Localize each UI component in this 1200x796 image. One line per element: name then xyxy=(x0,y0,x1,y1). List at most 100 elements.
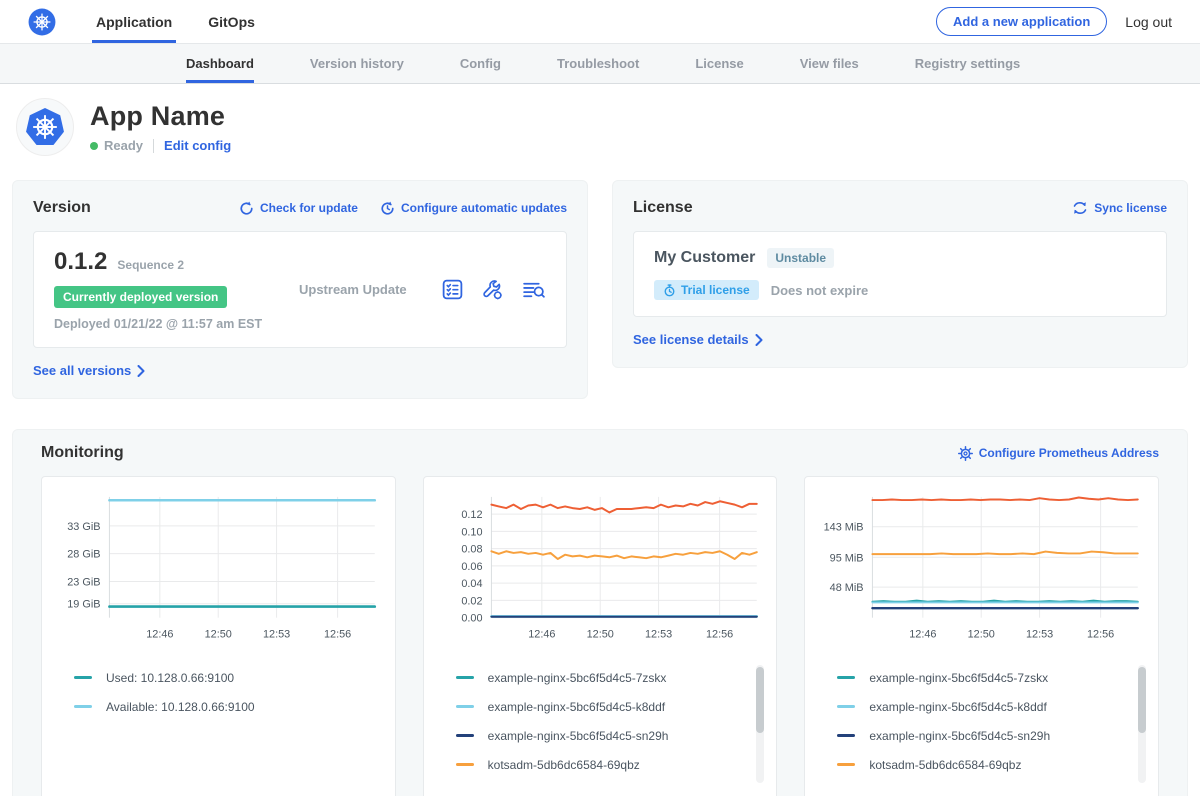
legend-scrollbar-thumb[interactable] xyxy=(756,667,764,733)
legend-label: kotsadm-5db6dc6584-69qbz xyxy=(869,758,1021,772)
legend-label: kotsadm-5db6dc6584-69qbz xyxy=(488,758,640,772)
version-number: 0.1.2 xyxy=(54,248,107,276)
svg-text:12:56: 12:56 xyxy=(1087,628,1114,640)
see-all-versions-row: See all versions xyxy=(33,362,567,380)
legend-item: example-nginx-5bc6f5d4c5-7zskx xyxy=(837,663,1148,692)
topnav-tabs: Application GitOps xyxy=(78,0,273,43)
topnav-tab-gitops[interactable]: GitOps xyxy=(204,0,259,43)
disk-usage-legend: Used: 10.128.0.66:9100Available: 10.128.… xyxy=(52,663,385,791)
svg-text:0.12: 0.12 xyxy=(461,509,482,521)
configure-prometheus-label: Configure Prometheus Address xyxy=(979,446,1159,460)
check-for-update-link[interactable]: Check for update xyxy=(239,201,358,216)
see-all-versions-link[interactable]: See all versions xyxy=(33,363,145,378)
svg-text:19 GiB: 19 GiB xyxy=(67,599,100,611)
ready-status-label: Ready xyxy=(104,138,143,153)
svg-text:12:56: 12:56 xyxy=(706,628,733,640)
subnav-tab-view-files[interactable]: View files xyxy=(800,44,859,83)
sync-icon xyxy=(1072,201,1088,215)
chart-card-cpu-usage: 0.120.100.080.060.040.020.0012:4612:5012… xyxy=(423,476,778,796)
subnav-tab-troubleshoot[interactable]: Troubleshoot xyxy=(557,44,639,83)
configure-automatic-updates-link[interactable]: Configure automatic updates xyxy=(380,201,567,216)
ready-status-dot xyxy=(90,142,98,150)
monitoring-links: Configure Prometheus Address xyxy=(958,446,1159,461)
legend-color-dash xyxy=(456,705,474,708)
svg-text:12:53: 12:53 xyxy=(645,628,672,640)
legend-color-dash xyxy=(837,676,855,679)
channel-badge: Unstable xyxy=(767,248,834,268)
version-card-header: Version Check for update Configure au xyxy=(33,199,567,217)
topnav-tab-application[interactable]: Application xyxy=(92,0,176,43)
monitoring-section: Monitoring Configure Prometheus Address … xyxy=(12,429,1188,796)
legend-label: example-nginx-5bc6f5d4c5-k8ddf xyxy=(488,700,665,714)
subnav-tab-dashboard[interactable]: Dashboard xyxy=(186,44,254,83)
legend-item: kotsadm-5db6dc6584-69qbz xyxy=(837,750,1148,779)
svg-text:0.04: 0.04 xyxy=(461,578,482,590)
svg-text:28 GiB: 28 GiB xyxy=(67,549,100,561)
license-card-title: License xyxy=(633,199,693,217)
legend-color-dash xyxy=(456,763,474,766)
edit-config-link[interactable]: Edit config xyxy=(164,138,231,153)
svg-text:12:50: 12:50 xyxy=(968,628,995,640)
cards-row: Version Check for update Configure au xyxy=(0,172,1200,399)
legend-item: example-nginx-5bc6f5d4c5-k8ddf xyxy=(837,692,1148,721)
subnav-tab-registry-settings[interactable]: Registry settings xyxy=(915,44,1020,83)
current-version-box: 0.1.2 Sequence 2 Currently deployed vers… xyxy=(33,231,567,348)
license-info-box: My Customer Unstable Trial license Does … xyxy=(633,231,1167,317)
svg-text:12:50: 12:50 xyxy=(586,628,613,640)
svg-text:12:46: 12:46 xyxy=(146,628,173,640)
chart-card-disk-usage: 33 GiB28 GiB23 GiB19 GiB12:4612:5012:531… xyxy=(41,476,396,796)
version-card: Version Check for update Configure au xyxy=(12,180,588,399)
sync-license-label: Sync license xyxy=(1094,201,1167,215)
deployed-timestamp: Deployed 01/21/22 @ 11:57 am EST xyxy=(54,317,289,331)
cpu-usage-plot: 0.120.100.080.060.040.020.0012:4612:5012… xyxy=(434,487,767,653)
app-subnav: Dashboard Version history Config Troublesho… xyxy=(0,44,1200,84)
version-card-links: Check for update Configure automatic upd… xyxy=(239,201,567,216)
memory-usage-plot: 143 MiB95 MiB48 MiB12:4612:5012:5312:56 xyxy=(815,487,1148,653)
configure-prometheus-link[interactable]: Configure Prometheus Address xyxy=(958,446,1159,461)
kubernetes-logo xyxy=(28,0,56,43)
legend-label: example-nginx-5bc6f5d4c5-sn29h xyxy=(488,729,669,743)
legend-scrollbar-thumb[interactable] xyxy=(1138,667,1146,733)
version-action-icons xyxy=(441,278,546,301)
topnav-right: Add a new application Log out xyxy=(936,0,1172,43)
legend-color-dash xyxy=(837,763,855,766)
see-license-details-link[interactable]: See license details xyxy=(633,332,763,347)
app-meta: App Name Ready Edit config xyxy=(90,101,231,153)
subnav-tab-license[interactable]: License xyxy=(695,44,743,83)
schedule-update-icon xyxy=(380,201,395,216)
check-for-update-label: Check for update xyxy=(260,201,358,215)
legend-label: example-nginx-5bc6f5d4c5-7zskx xyxy=(488,671,667,685)
configure-automatic-updates-label: Configure automatic updates xyxy=(401,201,567,215)
app-header: App Name Ready Edit config xyxy=(0,84,1200,172)
memory-usage-legend: example-nginx-5bc6f5d4c5-7zskxexample-ng… xyxy=(815,663,1148,791)
expiry-label: Does not expire xyxy=(771,283,869,298)
preflight-checks-icon[interactable] xyxy=(441,278,464,301)
version-line: 0.1.2 Sequence 2 xyxy=(54,248,289,276)
subnav-tab-config[interactable]: Config xyxy=(460,44,501,83)
svg-text:0.08: 0.08 xyxy=(461,544,482,556)
add-new-application-button[interactable]: Add a new application xyxy=(936,7,1107,36)
legend-color-dash xyxy=(74,705,92,708)
legend-label: Available: 10.128.0.66:9100 xyxy=(106,700,255,714)
chevron-right-icon xyxy=(137,365,145,377)
subnav-tab-version-history[interactable]: Version history xyxy=(310,44,404,83)
monitoring-header: Monitoring Configure Prometheus Address xyxy=(29,444,1171,462)
disk-usage-plot: 33 GiB28 GiB23 GiB19 GiB12:4612:5012:531… xyxy=(52,487,385,653)
sync-license-link[interactable]: Sync license xyxy=(1072,201,1167,215)
legend-label: example-nginx-5bc6f5d4c5-sn29h xyxy=(869,729,1050,743)
svg-text:12:53: 12:53 xyxy=(1026,628,1053,640)
svg-text:33 GiB: 33 GiB xyxy=(67,521,100,533)
legend-scrollbar-track[interactable] xyxy=(1138,665,1146,783)
svg-text:12:50: 12:50 xyxy=(205,628,232,640)
cpu-usage-legend: example-nginx-5bc6f5d4c5-7zskx example-ng… xyxy=(434,663,767,791)
legend-item: kotsadm-5db6dc6584-69qbz xyxy=(456,750,767,779)
app-avatar xyxy=(16,98,74,156)
legend-item: example-nginx-5bc6f5d4c5-k8ddf xyxy=(456,692,767,721)
legend-scrollbar-track[interactable] xyxy=(756,665,764,783)
license-card-header: License Sync license xyxy=(633,199,1167,217)
upstream-update-label: Upstream Update xyxy=(299,282,407,297)
deploy-logs-icon[interactable] xyxy=(521,278,546,301)
see-all-versions-label: See all versions xyxy=(33,363,131,378)
edit-config-icon[interactable] xyxy=(481,278,504,301)
log-out-button[interactable]: Log out xyxy=(1125,14,1172,30)
